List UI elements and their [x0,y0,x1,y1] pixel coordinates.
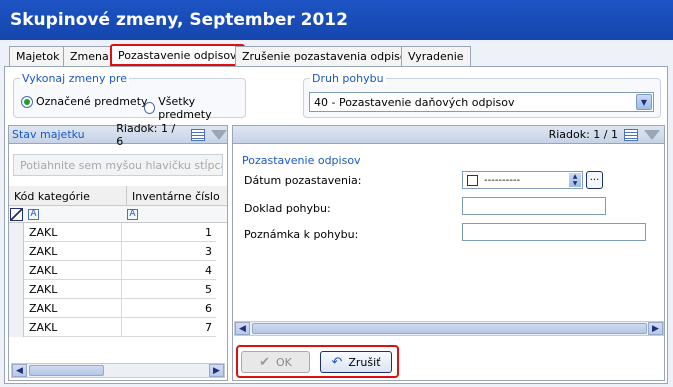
radio-checked-icon [21,95,33,108]
row-selector[interactable] [9,223,24,242]
filter-icon[interactable] [644,129,660,140]
tab-zmena[interactable]: Zmena [63,46,116,66]
date-label: Dátum pozastavenia: [244,174,362,187]
radio-marked-items[interactable]: Označené predmety [21,95,148,108]
scroll-right-icon[interactable]: ▶ [648,322,663,335]
cell-category: ZAKL [24,280,122,298]
clear-filter-icon[interactable] [10,207,23,221]
row-selector[interactable] [9,242,24,261]
cell-category: ZAKL [24,223,122,241]
cell-inventory: 6 [205,302,212,315]
undo-icon: ↶ [331,354,343,370]
radio-marked-label: Označené predmety [36,95,148,108]
group-by-drop-zone[interactable]: Potiahnite sem myšou hlavičku stĺpca [13,154,223,176]
tab-bar: Majetok Zmena Pozastavenie odpisov Zruše… [0,44,673,66]
asset-state-title: Stav majetku [12,128,85,141]
movement-group: Druh pohybu 40 - Pozastavenie daňových o… [303,72,661,118]
cell-category: ZAKL [24,242,122,260]
radio-all-label: Všetky predmety [158,95,212,121]
section-title: Pozastavenie odpisov [242,154,361,167]
cell-category: ZAKL [24,299,122,317]
spinner-icon[interactable]: ▲ ▼ [569,173,581,187]
grid-icon[interactable] [624,128,638,141]
note-label: Poznámka k pohybu: [244,228,359,241]
scroll-thumb[interactable] [29,365,104,376]
cell-inventory: 5 [205,283,212,296]
chevron-down-icon[interactable]: ▼ [636,94,652,110]
filter-icon[interactable] [211,129,227,140]
filter-category-icon[interactable]: A [28,208,39,220]
filter-row: A A [9,206,227,223]
cell-inventory: 4 [205,264,212,277]
cancel-button[interactable]: ↶ Zrušiť [320,351,392,373]
scroll-thumb[interactable] [252,323,647,334]
note-field[interactable] [462,223,646,241]
table-row[interactable]: ZAKL 7 [9,318,216,337]
row-selector[interactable] [9,318,24,337]
tab-majetok[interactable]: Majetok [9,46,67,66]
cell-inventory: 7 [205,321,212,334]
document-label: Doklad pohybu: [244,202,331,215]
table-row[interactable]: ZAKL 4 [9,261,216,280]
row-selector[interactable] [9,261,24,280]
cell-inventory: 3 [205,245,212,258]
scroll-right-icon[interactable]: ▶ [209,364,224,377]
filter-inventory-icon[interactable]: A [127,208,138,220]
col-header-category[interactable]: Kód kategórie [9,186,127,205]
cell-category: ZAKL [24,318,122,336]
tab-vyradenie[interactable]: Vyradenie [401,46,471,66]
left-horizontal-scrollbar[interactable]: ◀ ▶ [11,363,225,378]
table-row[interactable]: ZAKL 5 [9,280,216,299]
check-icon: ✔ [259,354,271,370]
execute-group-label: Vykonaj zmeny pre [20,72,129,85]
cell-category: ZAKL [24,261,122,279]
col-header-inventory[interactable]: Inventárne číslo [127,186,221,205]
row-selector[interactable] [9,299,24,318]
right-horizontal-scrollbar[interactable]: ◀ ▶ [234,321,664,336]
tab-content: Vykonaj zmeny pre Označené predmety Všet… [4,66,668,384]
row-selector[interactable] [9,280,24,299]
left-row-indicator: Riadok: 1 / 6 [116,121,176,148]
grid-icon[interactable] [191,128,205,141]
suspension-header: Riadok: 1 / 1 [233,126,664,144]
radio-unchecked-icon [144,102,156,114]
movement-type-select[interactable]: 40 - Pozastavenie daňových odpisov ▼ [309,92,654,112]
table-row[interactable]: ZAKL 3 [9,242,216,261]
ok-label: OK [276,355,292,369]
window-title: Skupinové zmeny, September 2012 [0,0,673,40]
table-row[interactable]: ZAKL 1 [9,223,216,242]
ellipsis-button[interactable]: ... [586,171,603,189]
cell-inventory: 1 [205,226,212,239]
execute-group: Vykonaj zmeny pre Označené predmety Všet… [13,72,246,121]
date-field[interactable]: ---------- ▲ ▼ [462,171,583,189]
suspension-panel: Riadok: 1 / 1 Pozastavenie odpisov Dátum… [232,125,665,381]
tab-zrusenie-pozastavenia[interactable]: Zrušenie pozastavenia odpisov [235,46,421,66]
date-checkbox[interactable] [467,174,478,186]
tab-pozastavenie-odpisov[interactable]: Pozastavenie odpisov [110,44,245,66]
ok-button[interactable]: ✔ OK [241,351,310,373]
movement-type-value: 40 - Pozastavenie daňových odpisov [314,95,515,109]
movement-group-label: Druh pohybu [310,72,386,85]
right-row-indicator: Riadok: 1 / 1 [548,128,618,141]
table-row[interactable]: ZAKL 6 [9,299,216,318]
button-group: ✔ OK ↶ Zrušiť [236,345,399,378]
radio-all-items[interactable]: Všetky predmety [144,95,245,121]
grid-header-row: Kód kategórie Inventárne číslo [9,186,227,206]
document-field[interactable] [462,197,606,215]
cancel-label: Zrušiť [348,355,381,369]
date-value: ---------- [484,174,521,186]
scroll-left-icon[interactable]: ◀ [12,364,27,377]
asset-state-header: Stav majetku Riadok: 1 / 6 [9,122,227,148]
asset-state-panel: Stav majetku Riadok: 1 / 6 Potiahnite se… [8,122,228,381]
scroll-left-icon[interactable]: ◀ [235,322,250,335]
